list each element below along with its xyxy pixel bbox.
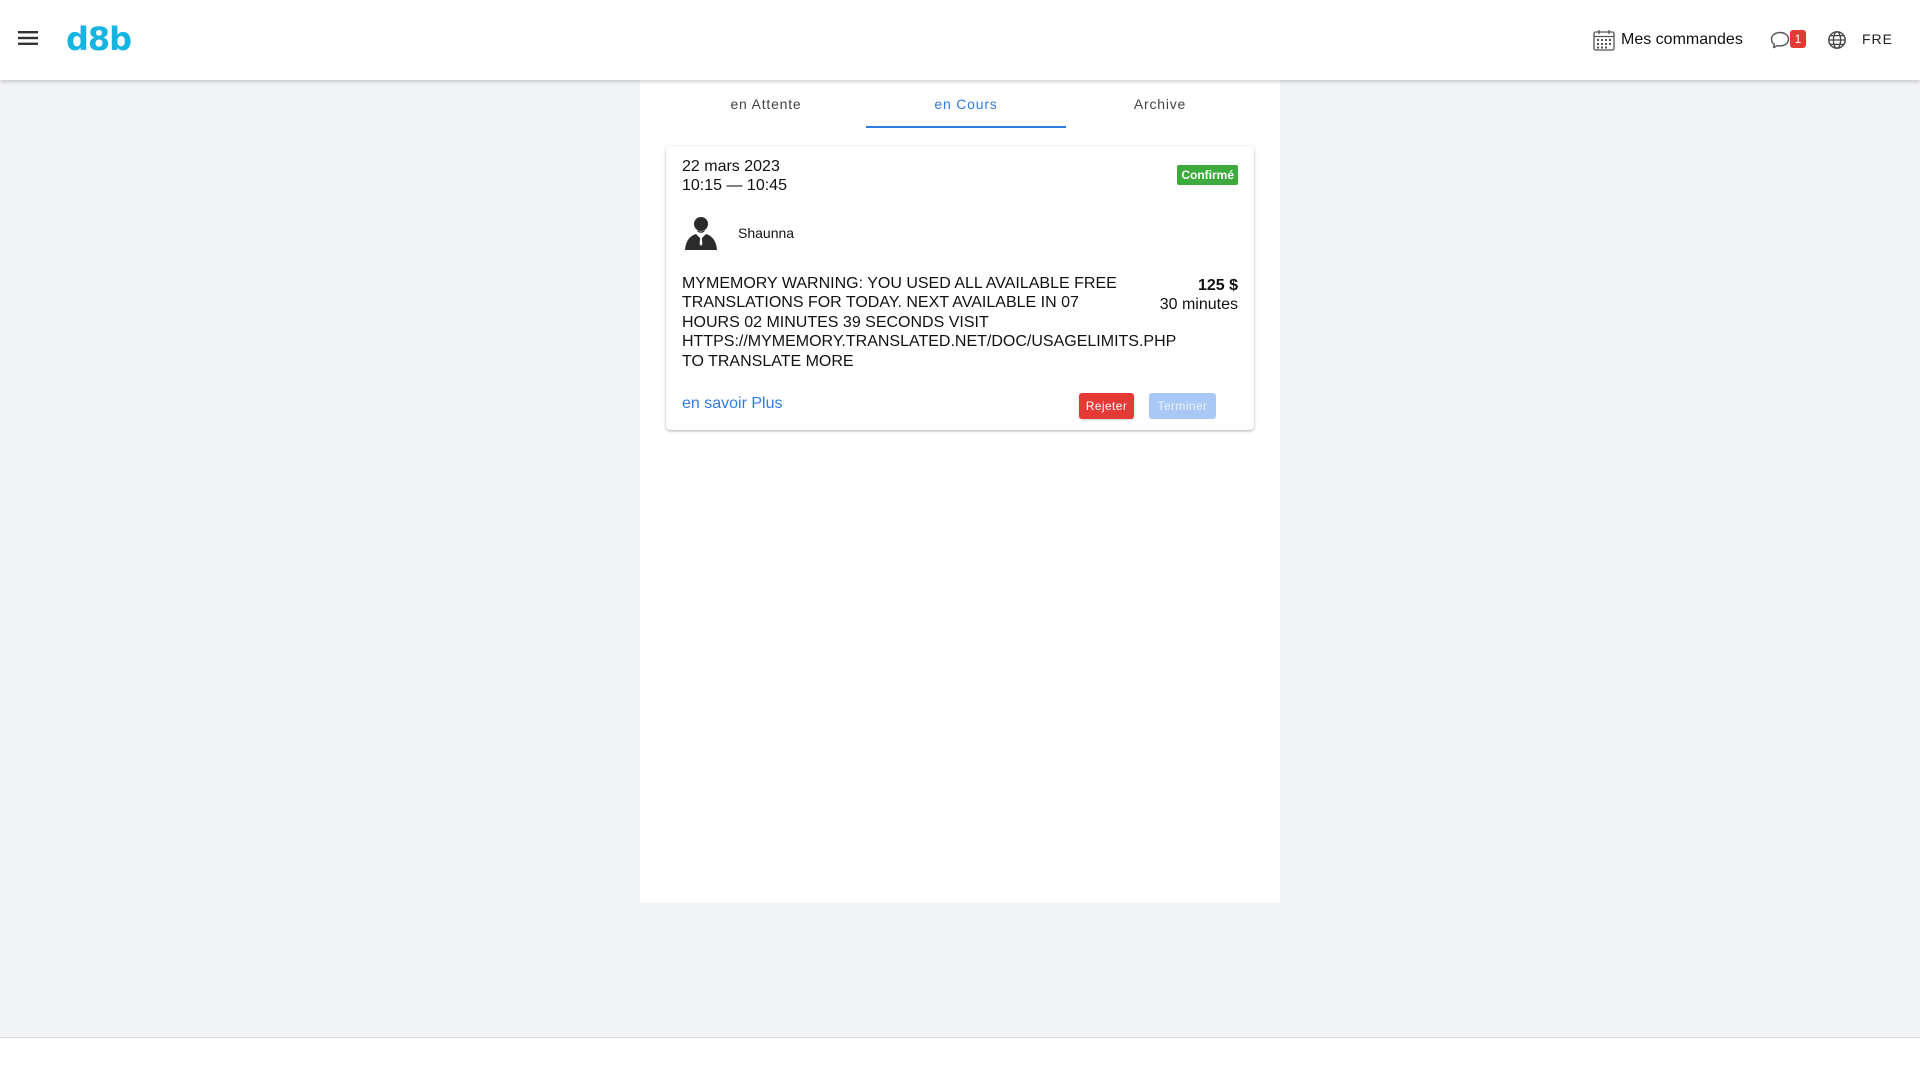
chat-bubble-icon [1770,31,1790,54]
my-orders-link[interactable]: Mes commandes [1593,28,1743,52]
hamburger-menu-icon[interactable] [16,26,40,50]
tab-en-attente[interactable]: en Attente [666,80,866,128]
footer [0,1038,1920,1080]
chat-button[interactable]: 1 [1770,29,1808,51]
finish-button[interactable]: Terminer [1149,393,1216,419]
order-duration: 30 minutes [1159,296,1238,313]
language-selector[interactable]: FRE [1862,31,1893,47]
globe-icon[interactable] [1827,30,1847,50]
top-app-bar: d8b Mes commandes 1 FRE [0,0,1920,80]
tab-en-cours[interactable]: en Cours [866,80,1066,128]
order-status-tabs: en Attente en Cours Archive [666,80,1254,128]
status-badge: Confirmé [1177,165,1238,185]
app-logo[interactable]: d8b [66,20,132,58]
chat-unread-badge: 1 [1790,30,1806,48]
order-time-range: 10:15 — 10:45 [682,177,787,194]
calendar-icon [1593,29,1615,51]
order-price: 125 $ [1197,277,1238,294]
customer-name: Shaunna [738,225,795,241]
tab-archive[interactable]: Archive [1066,80,1254,128]
reject-button[interactable]: Rejeter [1079,393,1134,419]
orders-panel: en Attente en Cours Archive 22 mars 2023… [640,80,1280,903]
order-card: 22 mars 2023 10:15 — 10:45 Confirmé Shau… [666,146,1254,430]
person-avatar-icon [682,213,720,251]
my-orders-label: Mes commandes [1621,31,1743,48]
learn-more-link[interactable]: en savoir Plus [682,395,783,413]
order-description: MYMEMORY WARNING: YOU USED ALL AVAILABLE… [682,275,1177,370]
order-date: 22 mars 2023 [682,158,780,175]
